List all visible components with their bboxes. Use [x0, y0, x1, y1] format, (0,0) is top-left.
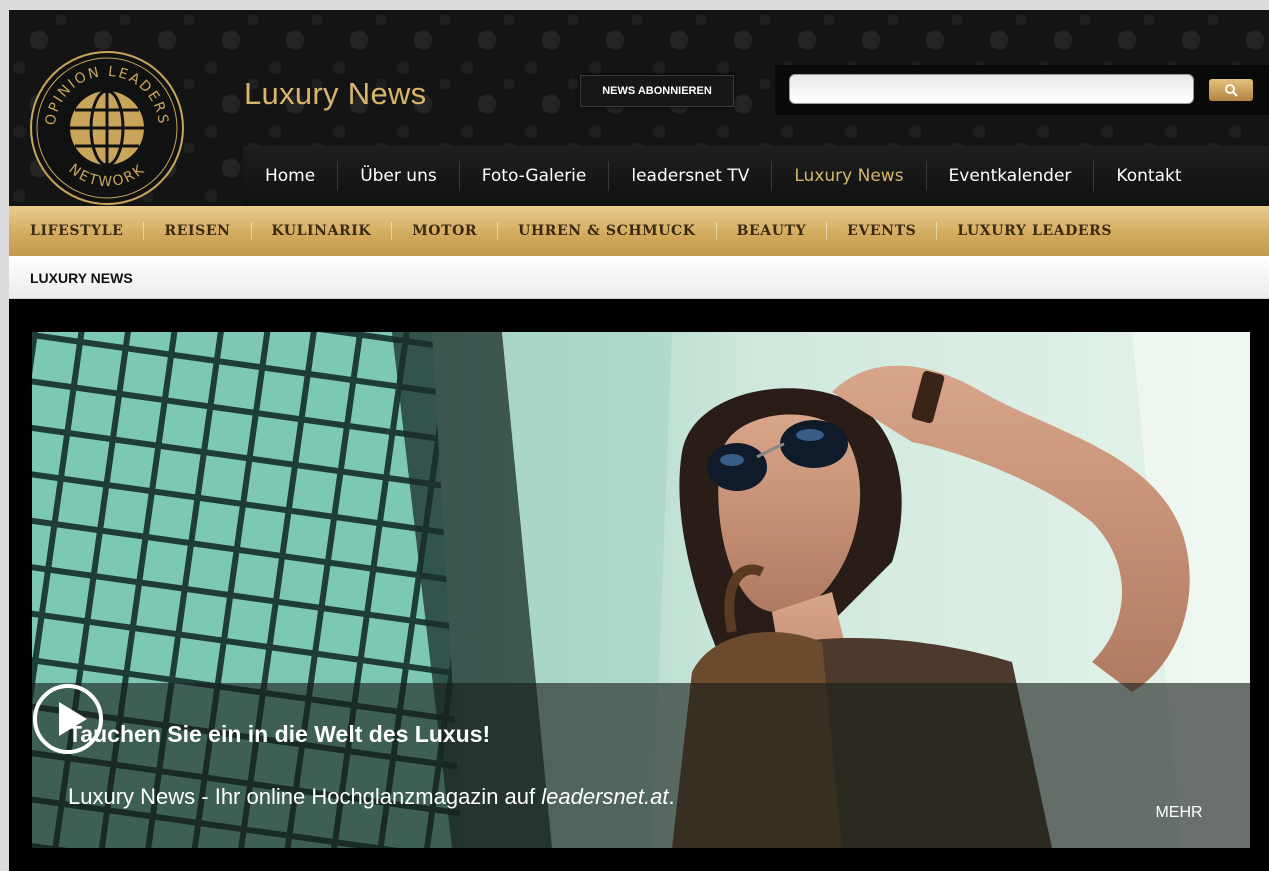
- hero-caption: Tauchen Sie ein in die Welt des Luxus! L…: [32, 683, 1250, 848]
- breadcrumb: LUXURY NEWS: [9, 256, 1269, 299]
- category-kulinarik[interactable]: KULINARIK: [250, 222, 392, 240]
- category-luxury-leaders[interactable]: LUXURY LEADERS: [936, 222, 1132, 240]
- nav-item-luxury-news[interactable]: Luxury News: [771, 161, 925, 191]
- search-button[interactable]: [1209, 79, 1253, 101]
- search-input[interactable]: [789, 74, 1194, 104]
- hero-slider[interactable]: Tauchen Sie ein in die Welt des Luxus! L…: [32, 332, 1250, 848]
- category-beauty[interactable]: BEAUTY: [715, 222, 827, 240]
- site-title[interactable]: Luxury News: [244, 76, 426, 112]
- globe-logo-icon[interactable]: OPINION LEADERS NETWORK: [29, 50, 185, 206]
- nav-item-foto-galerie[interactable]: Foto-Galerie: [458, 161, 609, 191]
- category-events[interactable]: EVENTS: [826, 222, 936, 240]
- nav-item-eventkalender[interactable]: Eventkalender: [925, 161, 1094, 191]
- play-icon[interactable]: [32, 683, 104, 755]
- breadcrumb-current: LUXURY NEWS: [30, 270, 133, 286]
- category-motor[interactable]: MOTOR: [391, 222, 497, 240]
- category-lifestyle[interactable]: LIFESTYLE: [9, 222, 143, 240]
- nav-item-kontakt[interactable]: Kontakt: [1093, 161, 1203, 191]
- nav-item-home[interactable]: Home: [243, 161, 337, 191]
- site-header: OPINION LEADERS NETWORK Luxury News NEWS…: [9, 10, 1269, 206]
- category-nav: LIFESTYLE REISEN KULINARIK MOTOR UHREN &…: [9, 206, 1269, 256]
- main-nav: Home Über uns Foto-Galerie leadersnet TV…: [243, 146, 1269, 206]
- more-link[interactable]: MEHR: [1150, 804, 1208, 822]
- hero-text: Luxury News - Ihr online Hochglanzmagazi…: [68, 784, 675, 810]
- nav-item-ueber-uns[interactable]: Über uns: [337, 161, 459, 191]
- hero-text-link[interactable]: leadersnet.at: [541, 784, 668, 809]
- subscribe-button[interactable]: NEWS ABONNIEREN: [580, 75, 734, 107]
- hero-title[interactable]: Tauchen Sie ein in die Welt des Luxus!: [68, 721, 490, 748]
- hero-text-prefix: Luxury News - Ihr online Hochglanzmagazi…: [68, 784, 542, 809]
- category-reisen[interactable]: REISEN: [143, 222, 250, 240]
- hero-text-suffix: .: [668, 784, 675, 809]
- page: OPINION LEADERS NETWORK Luxury News NEWS…: [9, 10, 1269, 871]
- search-icon: [1225, 84, 1238, 97]
- nav-item-leadersnet-tv[interactable]: leadersnet TV: [608, 161, 771, 191]
- category-uhren-schmuck[interactable]: UHREN & SCHMUCK: [497, 222, 715, 240]
